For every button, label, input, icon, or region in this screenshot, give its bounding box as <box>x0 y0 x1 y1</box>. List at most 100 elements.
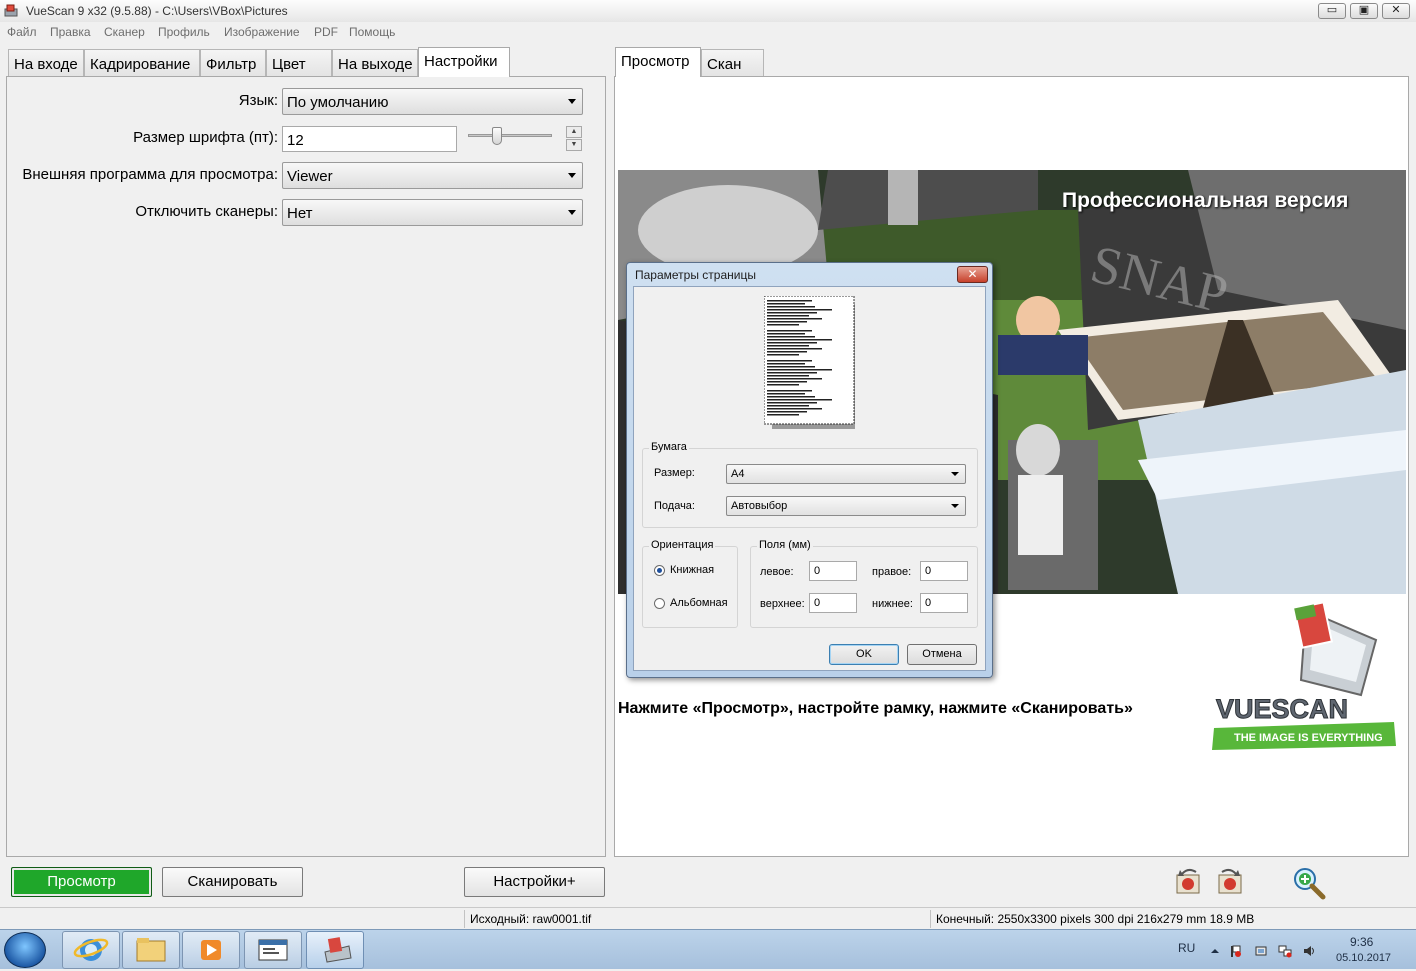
tab-output[interactable]: На выходе <box>332 49 418 77</box>
taskbar-vuescan[interactable] <box>306 931 364 969</box>
internet-explorer-icon <box>73 938 109 961</box>
paper-feed-value: Автовыбор <box>731 500 788 512</box>
language-label: Язык: <box>238 92 278 109</box>
menu-file[interactable]: Файл <box>7 25 37 39</box>
scan-button[interactable]: Сканировать <box>162 867 303 897</box>
cancel-button[interactable]: Отмена <box>907 644 977 665</box>
margin-left-input[interactable]: 0 <box>809 561 857 581</box>
viewer-select[interactable]: Viewer <box>282 162 583 189</box>
tab-preview[interactable]: Просмотр <box>615 47 701 77</box>
tab-crop[interactable]: Кадрирование <box>84 49 200 77</box>
font-size-spin-up[interactable]: ▲ <box>566 126 582 138</box>
close-icon: ✕ <box>1391 4 1401 16</box>
chevron-down-icon <box>568 173 576 178</box>
action-center-flag-icon[interactable] <box>1228 944 1242 958</box>
font-size-slider-thumb[interactable] <box>492 127 502 145</box>
menu-image[interactable]: Изображение <box>224 25 300 39</box>
language-indicator[interactable]: RU <box>1178 941 1195 955</box>
margin-right-label: правое: <box>872 566 912 578</box>
paper-size-select[interactable]: A4 <box>726 464 966 484</box>
status-output: Конечный: 2550x3300 pixels 300 dpi 216x2… <box>936 912 1255 926</box>
tab-settings[interactable]: Настройки <box>418 47 510 77</box>
network-icon[interactable] <box>1278 944 1292 958</box>
margin-left-label: левое: <box>760 566 794 578</box>
paper-feed-select[interactable]: Автовыбор <box>726 496 966 516</box>
margin-right-input[interactable]: 0 <box>920 561 968 581</box>
tab-scan[interactable]: Скан <box>701 49 764 77</box>
margins-group-label: Поля (мм) <box>757 539 813 551</box>
window-app-icon <box>258 939 288 961</box>
language-value: По умолчанию <box>287 94 389 111</box>
taskbar-explorer[interactable] <box>122 931 180 969</box>
close-icon: ✕ <box>967 267 978 281</box>
font-size-label: Размер шрифта (пт): <box>133 129 278 146</box>
tab-color[interactable]: Цвет <box>266 49 332 77</box>
zoom-in-icon[interactable] <box>1292 866 1326 900</box>
maximize-button[interactable]: ▣ <box>1350 3 1378 19</box>
dialog-close-button[interactable]: ✕ <box>957 266 988 283</box>
logo-tagline: THE IMAGE IS EVERYTHING <box>1234 732 1383 744</box>
taskbar-notepad[interactable] <box>244 931 302 969</box>
status-source: Исходный: raw0001.tif <box>470 912 592 926</box>
font-size-slider-track[interactable] <box>468 134 552 137</box>
page-preview-thumbnail <box>764 296 855 429</box>
ok-button[interactable]: OK <box>829 644 899 665</box>
minimize-icon: ▭ <box>1326 4 1338 16</box>
rotate-left-icon[interactable] <box>1174 866 1204 896</box>
margin-bottom-label: нижнее: <box>872 598 913 610</box>
media-player-icon <box>201 940 221 960</box>
folder-icon <box>136 938 166 962</box>
taskbar-media-player[interactable] <box>182 931 240 969</box>
menu-edit[interactable]: Правка <box>50 25 91 39</box>
menu-pdf[interactable]: PDF <box>314 25 338 39</box>
show-hidden-icons-icon[interactable] <box>1208 944 1222 958</box>
minimize-button[interactable]: ▭ <box>1318 3 1346 19</box>
paper-size-value: A4 <box>731 468 745 480</box>
vuescan-icon <box>324 937 352 963</box>
maximize-icon: ▣ <box>1358 4 1370 16</box>
disable-scanners-select[interactable]: Нет <box>282 199 583 226</box>
disable-scanners-value: Нет <box>287 205 313 222</box>
landscape-radio[interactable] <box>654 598 665 609</box>
menu-help[interactable]: Помощь <box>349 25 395 39</box>
margin-top-label: верхнее: <box>760 598 805 610</box>
tab-input[interactable]: На входе <box>8 49 84 77</box>
more-settings-button[interactable]: Настройки+ <box>464 867 605 897</box>
chevron-down-icon <box>951 472 959 476</box>
preview-button[interactable]: Просмотр <box>11 867 152 897</box>
font-size-spin-down[interactable]: ▼ <box>566 139 582 151</box>
clock-time[interactable]: 9:36 <box>1350 935 1373 949</box>
status-separator <box>930 910 931 928</box>
font-size-input[interactable]: 12 <box>282 126 457 152</box>
margin-bottom-input[interactable]: 0 <box>920 593 968 613</box>
volume-icon[interactable] <box>1302 944 1316 958</box>
clock-date[interactable]: 05.10.2017 <box>1336 952 1391 964</box>
viewer-label: Внешняя программа для просмотра: <box>22 166 278 183</box>
device-icon[interactable] <box>1254 944 1268 958</box>
tab-filter[interactable]: Фильтр <box>200 49 266 77</box>
paper-feed-label: Подача: <box>654 500 695 512</box>
taskbar-ie[interactable] <box>62 931 120 969</box>
preview-hint: Нажмите «Просмотр», настройте рамку, наж… <box>618 700 1133 717</box>
menu-profile[interactable]: Профиль <box>158 25 210 39</box>
chevron-down-icon <box>951 504 959 508</box>
menu-bar: Файл Правка Сканер Профиль Изображение P… <box>0 22 1416 42</box>
close-window-button[interactable]: ✕ <box>1382 3 1410 19</box>
margin-top-input[interactable]: 0 <box>809 593 857 613</box>
start-button[interactable] <box>4 932 46 968</box>
paper-size-label: Размер: <box>654 467 695 479</box>
margins-groupbox <box>750 546 978 628</box>
pro-version-title: Профессиональная версия <box>1062 189 1349 212</box>
vuescan-app-icon[interactable] <box>4 4 18 18</box>
viewer-value: Viewer <box>287 168 333 185</box>
paper-group-label: Бумага <box>649 441 689 453</box>
orientation-group-label: Ориентация <box>649 539 716 551</box>
status-separator <box>464 910 465 928</box>
menu-scanner[interactable]: Сканер <box>104 25 145 39</box>
rotate-right-icon[interactable] <box>1214 866 1244 896</box>
disable-scanners-label: Отключить сканеры: <box>135 203 278 220</box>
language-select[interactable]: По умолчанию <box>282 88 583 115</box>
chevron-down-icon <box>568 99 576 104</box>
chevron-down-icon <box>568 210 576 215</box>
portrait-radio[interactable] <box>654 565 665 576</box>
